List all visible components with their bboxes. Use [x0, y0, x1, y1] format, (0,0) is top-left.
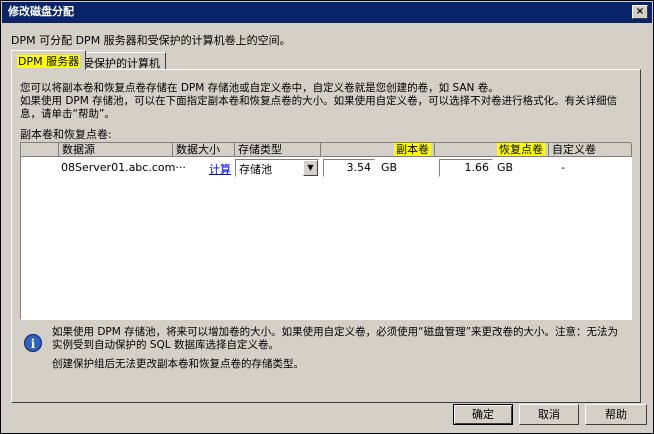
- tab-panel: 您可以将副本卷和恢复点卷存储在 DPM 存储池或自定义卷中，自定义卷就是您创建的…: [11, 69, 641, 403]
- header-size[interactable]: 数据大小: [173, 143, 235, 157]
- tab-dpm-server[interactable]: DPM 服务器: [11, 50, 87, 70]
- intro-text: DPM 可分配 DPM 服务器和受保护的计算机卷上的空间。: [11, 34, 291, 47]
- storage-type-select[interactable]: 存储池 ▼: [235, 159, 319, 177]
- ok-button[interactable]: 确定: [453, 404, 513, 425]
- header-replica[interactable]: 副本卷: [321, 143, 435, 157]
- header-storage-type[interactable]: 存储类型: [235, 143, 321, 157]
- chevron-down-icon[interactable]: ▼: [303, 160, 318, 176]
- note-text-1: 如果使用 DPM 存储池，将来可以增加卷的大小。如果使用自定义卷，必须使用“磁盘…: [52, 326, 619, 351]
- title-bar: 修改磁盘分配 ×: [2, 2, 652, 23]
- dialog-window: 修改磁盘分配 × DPM 可分配 DPM 服务器和受保护的计算机卷上的空间。 D…: [0, 0, 654, 434]
- close-icon[interactable]: ×: [632, 5, 648, 19]
- info-icon: i: [24, 334, 42, 352]
- grid-label: 副本卷和恢复点卷:: [20, 128, 112, 141]
- recovery-size-input[interactable]: 1.66: [439, 159, 493, 177]
- replica-size-input[interactable]: 3.54: [323, 159, 375, 177]
- datasource-cell: 08Server01.abc.com···: [61, 161, 186, 174]
- info-note: i 如果使用 DPM 存储池，将来可以增加卷的大小。如果使用自定义卷，必须使用“…: [20, 322, 632, 382]
- table-row[interactable]: 08Server01.abc.com··· 计算 存储池 ▼ 3.54 GB 1…: [21, 159, 631, 179]
- window-title: 修改磁盘分配: [8, 5, 74, 18]
- note-text-2: 创建保护组后无法更改副本卷和恢复点卷的存储类型。: [52, 358, 304, 370]
- header-blank: [21, 143, 59, 157]
- recovery-unit: GB: [497, 161, 514, 174]
- volume-grid: 数据源 数据大小 存储类型 副本卷 恢复点卷 自定义卷 08Server01.a…: [20, 142, 632, 320]
- grid-header: 数据源 数据大小 存储类型 副本卷 恢复点卷 自定义卷: [21, 143, 632, 157]
- header-custom[interactable]: 自定义卷: [549, 143, 632, 157]
- description-text: 您可以将副本卷和恢复点卷存储在 DPM 存储池或自定义卷中，自定义卷就是您创建的…: [20, 82, 618, 120]
- calculate-link[interactable]: 计算: [209, 161, 231, 177]
- tab-protected-computers[interactable]: 受保护的计算机: [77, 52, 166, 70]
- help-button[interactable]: 帮助: [585, 404, 647, 425]
- replica-unit: GB: [381, 161, 398, 174]
- header-recovery[interactable]: 恢复点卷: [435, 143, 549, 157]
- header-datasource[interactable]: 数据源: [59, 143, 173, 157]
- custom-volume-cell[interactable]: -: [561, 161, 565, 174]
- cancel-button[interactable]: 取消: [519, 404, 579, 425]
